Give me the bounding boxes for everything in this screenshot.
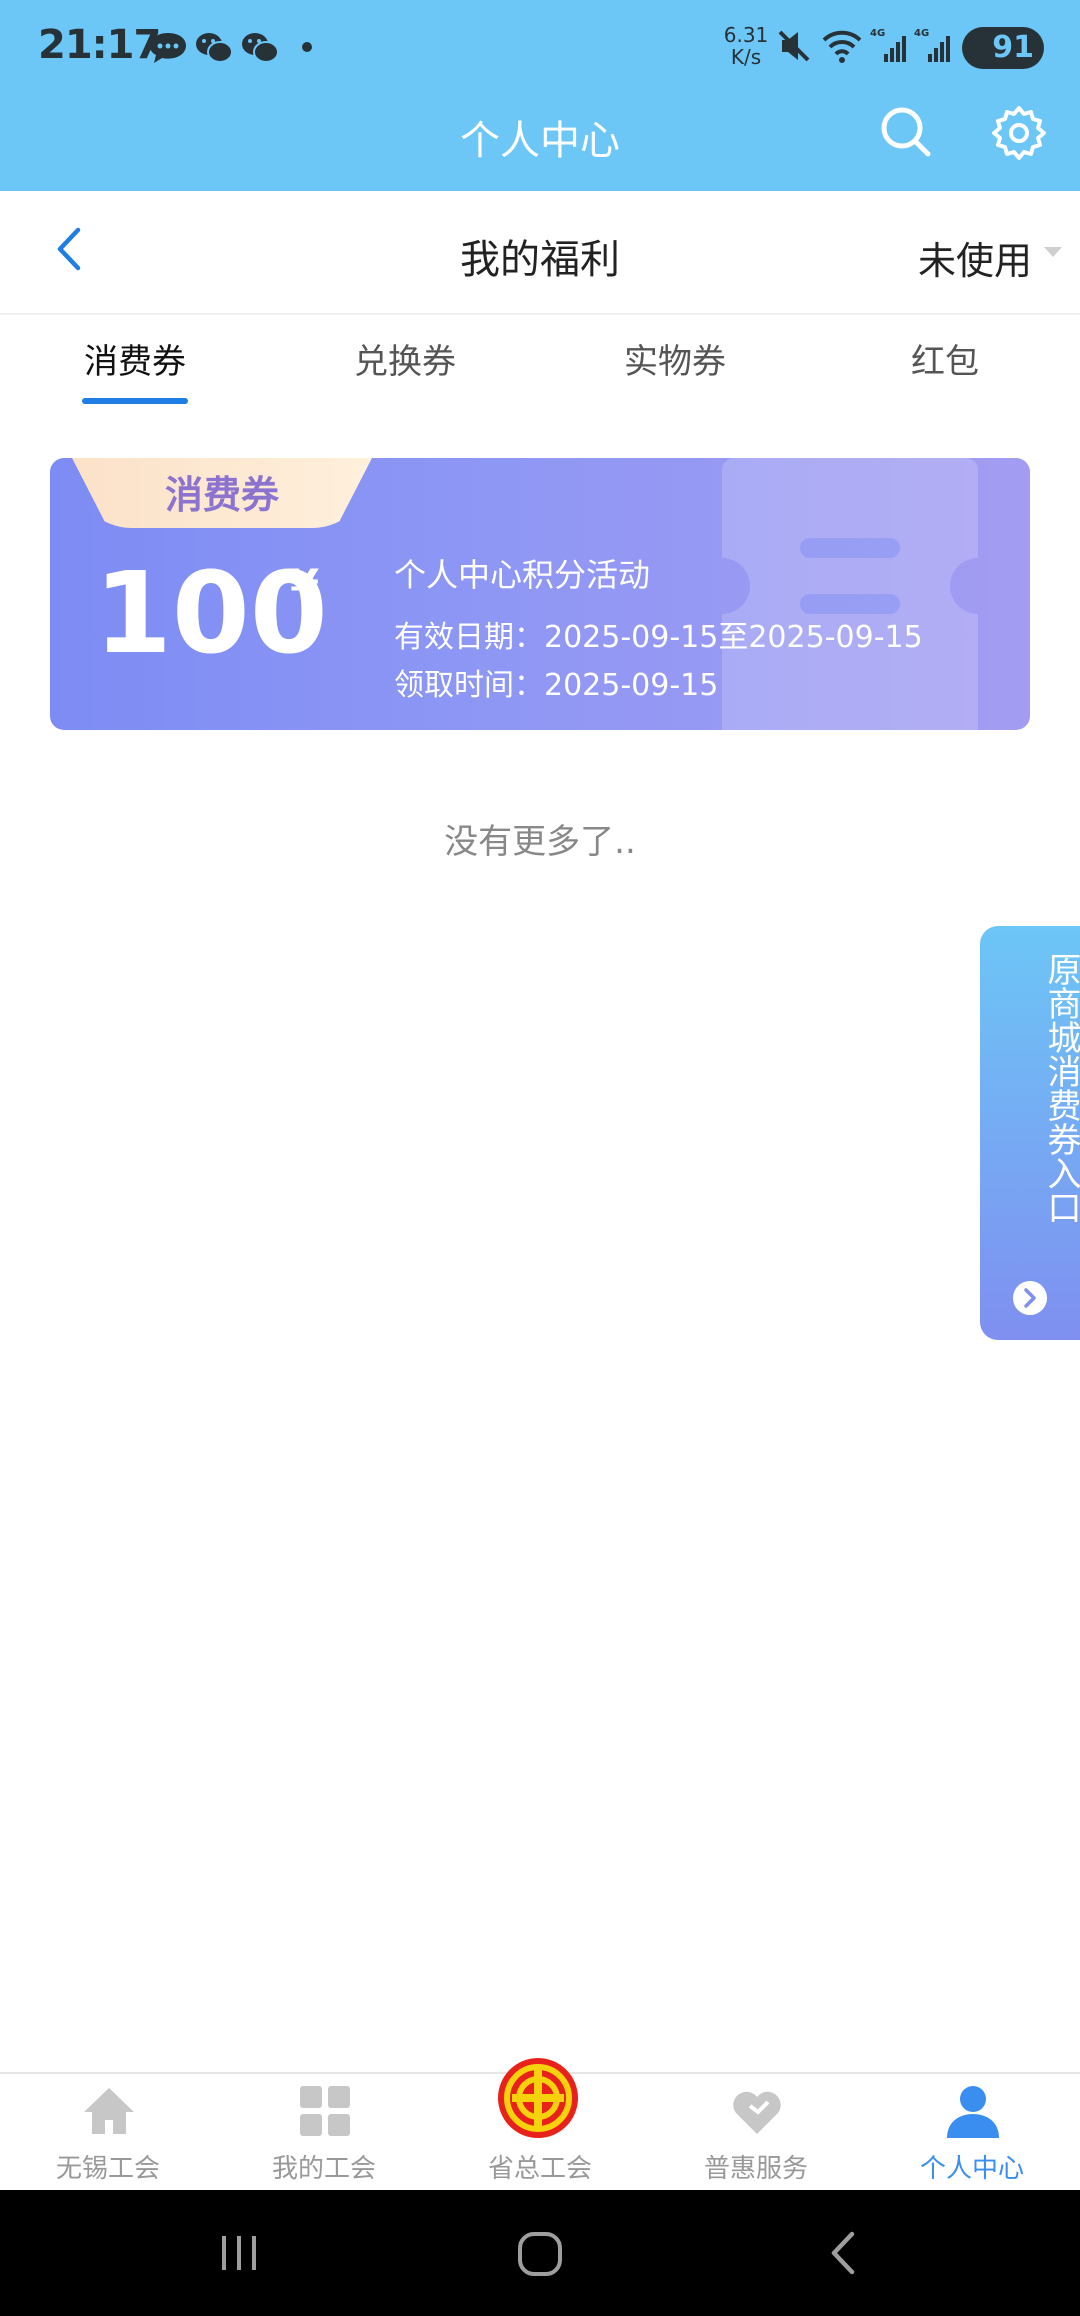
battery-level: 91 (992, 30, 1034, 65)
tab-goods-coupon[interactable]: 实物券 (540, 334, 810, 383)
battery-icon: 91 (962, 27, 1044, 69)
wifi-icon (822, 30, 862, 63)
heart-icon (733, 2091, 781, 2134)
active-tab-indicator (82, 398, 188, 404)
signal-4g-icon: 4G (870, 28, 906, 62)
tab-consumption-coupon[interactable]: 消费券 (0, 334, 270, 383)
nav-label: 我的工会 (271, 2154, 376, 2184)
home-button-icon[interactable] (514, 2228, 566, 2280)
tab-exchange-coupon[interactable]: 兑换券 (270, 334, 540, 383)
list-end-text: 没有更多了.. (444, 822, 636, 862)
svg-text:4G: 4G (914, 28, 929, 39)
coupon-received-time: 领取时间：2025-09-15 (394, 668, 719, 703)
legacy-mall-coupon-entry[interactable]: 原商城消费券入口 (980, 926, 1080, 1340)
tab-red-packet[interactable]: 红包 (810, 334, 1080, 383)
search-icon[interactable] (878, 104, 934, 160)
svg-text:4G: 4G (870, 28, 885, 39)
mute-icon (778, 30, 810, 62)
chevron-right-circle-icon (1013, 1281, 1047, 1315)
status-time: 21:17 (38, 22, 161, 68)
nav-label: 普惠服务 (703, 2154, 808, 2184)
side-entry-label: 原商城消费券入口 (1041, 952, 1080, 1224)
nav-item-benefit-service[interactable]: 普惠服务 (648, 2072, 864, 2190)
system-navigation-bar (0, 2190, 1080, 2316)
union-emblem-icon (498, 2058, 578, 2138)
message-icon (150, 33, 186, 63)
nav-label: 省总工会 (487, 2154, 592, 2184)
coupon-name: 个人中心积分活动 (394, 556, 651, 594)
back-icon[interactable] (822, 2228, 866, 2278)
signal-4g-icon: 4G (914, 28, 950, 62)
chevron-down-icon[interactable] (1044, 247, 1062, 257)
person-icon (947, 2086, 999, 2138)
coupon-type-label: 消费券 (164, 473, 279, 517)
nav-item-personal-center[interactable]: 个人中心 (864, 2072, 1080, 2190)
wechat-icon (196, 33, 233, 63)
grid-icon (300, 2086, 350, 2136)
nav-item-wuxi-union[interactable]: 无锡工会 (0, 2072, 216, 2190)
recent-apps-icon[interactable] (214, 2228, 264, 2278)
nav-item-provincial-union[interactable]: 省总工会 (432, 2058, 648, 2190)
ticket-watermark-icon (722, 458, 978, 730)
wechat-icon (242, 33, 279, 63)
nav-label: 无锡工会 (55, 2154, 160, 2184)
nav-item-my-union[interactable]: 我的工会 (216, 2072, 432, 2190)
network-speed: 6.31 K/s (723, 23, 769, 69)
gear-icon[interactable] (990, 104, 1048, 162)
coupon-card[interactable]: 消费券 100 ¥ 个人中心积分活动 有效日期：2025-09-15至2025-… (50, 458, 1030, 730)
status-filter-select[interactable]: 未使用 (918, 230, 1032, 285)
notification-dot (302, 42, 312, 52)
nav-label: 个人中心 (919, 2154, 1024, 2184)
coupon-currency: ¥ (290, 560, 320, 609)
coupon-valid-date: 有效日期：2025-09-15至2025-09-15 (394, 620, 923, 655)
home-icon (84, 2088, 134, 2134)
